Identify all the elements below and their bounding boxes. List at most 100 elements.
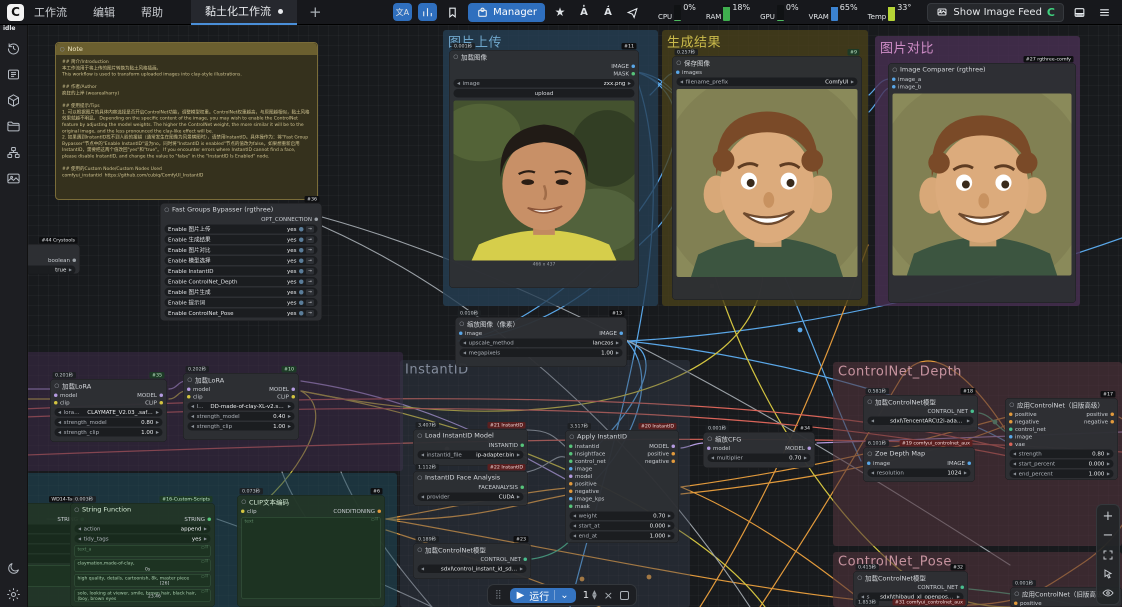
text-widget[interactable]: ○⠿text_a xyxy=(75,545,211,557)
input-port-control_net[interactable]: control_net xyxy=(1009,426,1046,433)
input-port-model[interactable]: model xyxy=(187,386,210,393)
node-title-bar[interactable]: Load InstantID Model xyxy=(414,430,528,442)
widget-button-upload[interactable]: upload xyxy=(454,89,635,98)
collapse-dot-icon[interactable] xyxy=(570,434,575,439)
collapse-dot-icon[interactable] xyxy=(868,399,873,404)
output-port-MODEL[interactable]: MODEL xyxy=(269,386,295,393)
sidebar-gear-button[interactable] xyxy=(2,581,26,607)
zoom-toolbar-fit-button[interactable] xyxy=(1099,546,1117,563)
bypass-toggle-Enable 图片生成[interactable]: Enable 图片生成yes→ xyxy=(165,288,318,297)
collapse-dot-icon[interactable] xyxy=(454,54,459,59)
comfyui-logo-icon[interactable]: C xyxy=(7,4,24,21)
workflow-tab[interactable]: 黏土化工作流 xyxy=(191,0,297,25)
input-port-positive[interactable]: positive xyxy=(1014,600,1042,607)
input-port-image[interactable]: image xyxy=(569,466,592,473)
output-port-CONTROL_NET[interactable]: CONTROL_NET xyxy=(927,408,974,415)
bypass-toggle-Enable ControlNet_Pose[interactable]: Enable ControlNet_Poseyes→ xyxy=(165,309,318,318)
widget-instantid_file[interactable]: ◀instantid_fileip-adapter.bin▶ xyxy=(418,451,524,460)
bypass-toggle-Enable 提示词[interactable]: Enable 提示词yes→ xyxy=(165,298,318,307)
output-port-CLIP[interactable]: CLIP xyxy=(277,394,295,401)
widget-bool[interactable]: ◀booltrue▶ xyxy=(28,266,76,274)
widget-end_at[interactable]: ◀end_at1.000▶ xyxy=(570,532,675,541)
text-widget[interactable]: ○⠿claymation,made-of-clay, xyxy=(75,559,211,572)
output-port-IMAGE[interactable]: IMAGE xyxy=(599,330,623,337)
textarea-tools-icon[interactable]: ○⠿ xyxy=(371,517,378,522)
collapse-dot-icon[interactable] xyxy=(242,499,247,504)
output-port-positive[interactable]: positive xyxy=(1086,411,1114,418)
node-title-bar[interactable]: Note xyxy=(56,43,317,55)
image-preview[interactable] xyxy=(454,101,635,261)
collapse-dot-icon[interactable] xyxy=(1015,591,1020,596)
clip-text-encode-node[interactable]: 0.073秒#6CLIP文本编码clipCONDITIONING○⠿text xyxy=(237,495,385,607)
input-port-model[interactable]: model xyxy=(569,473,592,480)
crystools-boolean-node[interactable]: #44 Crystoolsbooleanboolean◀booltrue▶ xyxy=(28,244,80,274)
bypass-toggle-Enable 模型选择[interactable]: Enable 模型选择yes→ xyxy=(165,256,318,265)
input-port-instantid[interactable]: instantid xyxy=(569,443,599,450)
output-port-IMAGE[interactable]: IMAGE xyxy=(947,460,971,467)
string-function-node[interactable]: 0.003秒#16-Custom-ScriptsString FunctionS… xyxy=(70,503,215,607)
collapse-dot-icon[interactable] xyxy=(418,475,423,480)
input-port-positive[interactable]: positive xyxy=(569,481,597,488)
menu-item-2[interactable]: 帮助 xyxy=(141,4,163,20)
collapse-dot-icon[interactable] xyxy=(460,321,465,326)
text-widget[interactable]: ○⠿solo, looking at viewer, smile, brown … xyxy=(75,589,211,602)
input-port-clip[interactable]: clip xyxy=(54,400,70,407)
node-title-bar[interactable]: 加载图像 xyxy=(450,51,639,63)
node-title-bar[interactable]: Zoe Depth Map xyxy=(864,448,975,460)
widget-tidy_tags[interactable]: ◀tidy_tagsyes▶ xyxy=(75,535,211,544)
widget-end_percent[interactable]: ◀end_percent1.000▶ xyxy=(1010,470,1114,479)
widget-filename_prefix[interactable]: ◀filename_prefixComfyUI▶ xyxy=(677,78,858,87)
bypass-toggle-Enable 图片上传[interactable]: Enable 图片上传yes→ xyxy=(165,225,318,234)
input-port-clip[interactable]: clip xyxy=(241,508,257,515)
load-controlnet-instantid-node[interactable]: 0.189秒#23加载ControlNet模型CONTROL_NET◀sdxl\… xyxy=(413,543,531,579)
node-title-bar[interactable]: 应用ControlNet（旧版高级） xyxy=(1006,399,1118,411)
load-controlnet-depth-node[interactable]: 0.581秒#18加载ControlNet模型CONTROL_NET◀sdxl\… xyxy=(863,395,978,432)
input-port-model[interactable]: model xyxy=(707,445,730,452)
load-lora-node-10[interactable]: 0.202秒#10加载LoRAmodelMODELclipCLIP◀loraDD… xyxy=(183,373,299,440)
bypass-toggle-Enable ControlNet_Depth[interactable]: Enable ControlNet_Depthyes→ xyxy=(165,277,318,286)
collapse-dot-icon[interactable] xyxy=(677,60,682,65)
widget-start_percent[interactable]: ◀start_percent0.000▶ xyxy=(1010,460,1114,469)
widget-strength[interactable]: ◀strength0.80▶ xyxy=(1010,450,1114,459)
output-port-IMAGE[interactable]: IMAGE xyxy=(611,63,635,70)
input-port-positive[interactable]: positive xyxy=(1009,411,1037,418)
input-port-control_net[interactable]: control_net xyxy=(569,458,606,465)
widget-value[interactable]: ◀sdxl\control_instant_id_sdxl.safetensor… xyxy=(418,565,527,574)
zoe-depth-map-node[interactable]: 6.101秒#19 comfyui_controlnet_auxZoe Dept… xyxy=(863,447,975,482)
clear-queue-button[interactable]: × xyxy=(604,589,613,602)
collapse-dot-icon[interactable] xyxy=(75,507,80,512)
translate-button[interactable]: 文A xyxy=(393,3,412,21)
widget-megapixels[interactable]: ◀megapixels1.00▶ xyxy=(460,349,623,358)
widget-weight[interactable]: ◀weight0.70▶ xyxy=(570,512,675,521)
collapse-dot-icon[interactable] xyxy=(418,433,423,438)
node-title-bar[interactable]: CLIP文本编码 xyxy=(238,496,385,508)
bookmark-button[interactable] xyxy=(443,3,462,21)
load-instantid-model-node[interactable]: 3.407秒#21 InstantIDLoad InstantID ModelI… xyxy=(413,429,528,466)
collapse-dot-icon[interactable] xyxy=(60,47,65,52)
output-port-negative[interactable]: negative xyxy=(1084,419,1114,426)
collapse-dot-icon[interactable] xyxy=(858,575,863,580)
input-port-mask[interactable]: mask xyxy=(569,503,590,510)
load-image-node[interactable]: 0.001秒#11加载图像IMAGEMASK◀imagezxx.png▶uplo… xyxy=(449,50,639,288)
text-widget[interactable]: ○⠿high quality, details, cartoonish, 8k,… xyxy=(75,574,211,587)
stepper-arrows-icon[interactable]: ▲▼ xyxy=(592,590,597,600)
output-port-FACEANALYSIS[interactable]: FACEANALYSIS xyxy=(478,484,524,491)
new-tab-button[interactable]: + xyxy=(297,3,334,21)
widget-resolution[interactable]: ◀resolution1024▶ xyxy=(868,469,971,478)
collapse-dot-icon[interactable] xyxy=(165,207,170,212)
widget-action[interactable]: ◀actionappend▶ xyxy=(75,525,211,534)
node-title-bar[interactable]: 加载ControlNet模型 xyxy=(864,396,978,408)
stop-button[interactable] xyxy=(620,591,629,600)
node-title-bar[interactable]: 缩放图像（像素） xyxy=(456,318,627,330)
apply-instantid-node[interactable]: 3.517秒#20 InstantIDApply InstantIDinstan… xyxy=(565,430,679,543)
widget-image[interactable]: ◀imagezxx.png▶ xyxy=(454,79,635,88)
input-port-image[interactable]: image xyxy=(459,330,482,337)
zoom-toolbar-plus-button[interactable]: + xyxy=(1099,508,1117,525)
widget-strength_model[interactable]: ◀strength_model0.80▶ xyxy=(55,418,163,427)
widget-lora[interactable]: ◀loraDD-made-of-clay-XL-v2.safetensors▶ xyxy=(188,402,295,411)
input-port-negative[interactable]: negative xyxy=(1009,419,1039,426)
node-title-bar[interactable]: 缩放CFG xyxy=(704,433,815,445)
extension-a1-button[interactable]: A̓ xyxy=(575,3,593,21)
widget-multiplier[interactable]: ◀multiplier0.70▶ xyxy=(708,454,811,463)
node-canvas[interactable]: 图片上传生成结果图片对比InstantIDControlNet_DepthCon… xyxy=(28,25,1122,607)
